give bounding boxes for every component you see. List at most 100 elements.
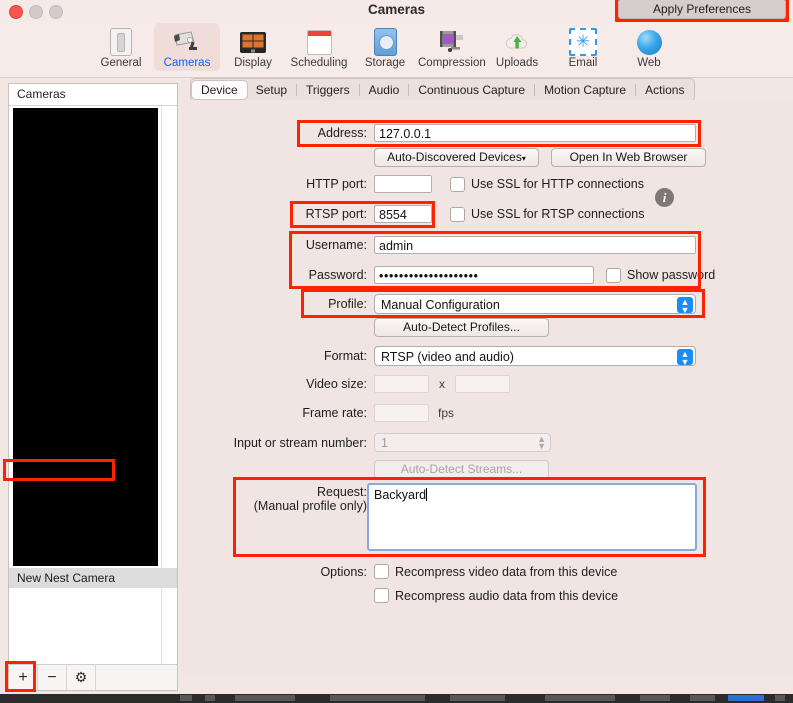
background-window-strip xyxy=(0,694,793,703)
open-in-web-browser-button[interactable]: Open In Web Browser xyxy=(551,148,706,167)
toolbar-item-uploads[interactable]: Uploads xyxy=(484,23,550,71)
request-label-group: Request: (Manual profile only) xyxy=(182,485,375,513)
tab-device[interactable]: Device xyxy=(192,81,247,99)
toolbar-label-compression: Compression xyxy=(418,57,484,69)
rtsp-ssl-checkbox-row[interactable]: Use SSL for RTSP connections xyxy=(450,206,644,221)
camera-icon xyxy=(154,26,220,56)
apply-preferences-button[interactable]: Apply Preferences xyxy=(618,0,786,19)
tab-continuous-capture[interactable]: Continuous Capture xyxy=(409,81,534,99)
input-stream-label: Input or stream number: xyxy=(182,436,374,450)
request-sublabel: (Manual profile only) xyxy=(182,499,374,513)
toolbar-label-scheduling: Scheduling xyxy=(286,57,352,69)
fps-label: fps xyxy=(438,406,454,420)
recompress-audio-label: Recompress audio data from this device xyxy=(389,589,618,603)
frame-rate-label: Frame rate: xyxy=(182,406,374,420)
device-tab-bar: Device Setup Triggers Audio Continuous C… xyxy=(190,78,695,102)
rtsp-port-label: RTSP port: xyxy=(182,207,374,221)
auto-discovered-devices-button[interactable]: Auto-Discovered Devices▾ xyxy=(374,148,539,167)
video-size-x-label: x xyxy=(429,377,455,391)
toolbar-label-uploads: Uploads xyxy=(484,57,550,69)
show-password-label: Show password xyxy=(621,268,715,282)
rtsp-ssl-label: Use SSL for RTSP connections xyxy=(465,207,644,221)
globe-icon xyxy=(616,26,682,56)
toolbar-item-display[interactable]: Display xyxy=(220,23,286,71)
http-port-label: HTTP port: xyxy=(182,177,374,191)
profile-select[interactable]: Manual Configuration ▲▼ xyxy=(374,294,696,314)
request-label: Request: xyxy=(182,485,374,499)
auto-detect-profiles-button[interactable]: Auto-Detect Profiles... xyxy=(374,318,549,337)
http-ssl-checkbox-row[interactable]: Use SSL for HTTP connections xyxy=(450,176,644,191)
input-stream-stepper[interactable]: 1 ▲▼ xyxy=(374,433,551,452)
rtsp-port-input[interactable]: 8554 xyxy=(374,205,432,223)
camera-list-panel: Cameras New Nest Camera xyxy=(8,83,178,666)
toolbar-label-general: General xyxy=(88,57,154,69)
username-input[interactable]: admin xyxy=(374,236,696,254)
toolbar-item-general[interactable]: General xyxy=(88,23,154,71)
address-input[interactable]: 127.0.0.1 xyxy=(374,124,696,142)
show-password-checkbox[interactable] xyxy=(606,268,621,283)
filmreel-icon xyxy=(418,26,484,56)
toolbar-item-email[interactable]: Email xyxy=(550,23,616,71)
chevron-updown-icon: ▲▼ xyxy=(677,297,693,313)
cloud-upload-icon xyxy=(484,26,550,56)
toolbar-label-web: Web xyxy=(616,57,682,69)
text-caret xyxy=(426,488,427,501)
tab-setup[interactable]: Setup xyxy=(247,81,296,99)
harddrive-icon xyxy=(352,26,418,56)
preferences-window: Cameras Apply Preferences General xyxy=(0,0,793,703)
password-label: Password: xyxy=(182,268,374,282)
password-input[interactable]: •••••••••••••••••••• xyxy=(374,266,594,284)
toolbar-item-web[interactable]: Web xyxy=(616,23,682,71)
show-password-checkbox-row[interactable]: Show password xyxy=(606,267,715,282)
info-icon[interactable]: i xyxy=(655,188,674,207)
toolbar-item-compression[interactable]: Compression xyxy=(418,23,484,71)
recompress-video-checkbox[interactable] xyxy=(374,564,389,579)
video-size-label: Video size: xyxy=(182,377,374,391)
toolbar-item-storage[interactable]: Storage xyxy=(352,23,418,71)
add-camera-button[interactable]: + xyxy=(9,665,38,690)
rtsp-ssl-checkbox[interactable] xyxy=(450,207,465,222)
recompress-audio-checkbox[interactable] xyxy=(374,588,389,603)
camera-settings-gear-button[interactable]: ⚙ xyxy=(67,665,96,690)
recompress-audio-checkbox-row[interactable]: Recompress audio data from this device xyxy=(374,588,618,603)
tab-actions[interactable]: Actions xyxy=(636,81,693,99)
apply-preferences-highlight: Apply Preferences xyxy=(615,0,789,22)
camera-list-row[interactable]: New Nest Camera xyxy=(9,568,177,588)
toolbar-label-display: Display xyxy=(220,57,286,69)
profile-selected-value: Manual Configuration xyxy=(381,298,500,312)
http-ssl-checkbox[interactable] xyxy=(450,177,465,192)
tab-triggers[interactable]: Triggers xyxy=(297,81,359,99)
video-height-input[interactable] xyxy=(455,375,510,393)
chevron-updown-icon: ▲▼ xyxy=(537,436,546,450)
remove-camera-button[interactable]: − xyxy=(38,665,67,690)
preferences-toolbar: General Cameras xyxy=(0,22,793,78)
camera-preview-thumbnail xyxy=(13,108,158,566)
format-select[interactable]: RTSP (video and audio) ▲▼ xyxy=(374,346,696,366)
camera-footer-spacer xyxy=(96,665,177,690)
calendar-icon xyxy=(286,26,352,56)
toolbar-label-email: Email xyxy=(550,57,616,69)
camera-list-body[interactable]: New Nest Camera xyxy=(9,106,177,665)
frame-rate-input[interactable] xyxy=(374,404,429,422)
tab-motion-capture[interactable]: Motion Capture xyxy=(535,81,635,99)
address-label: Address: xyxy=(182,126,374,140)
tab-audio[interactable]: Audio xyxy=(360,81,409,99)
input-stream-value: 1 xyxy=(381,436,388,450)
auto-detect-streams-button[interactable]: Auto-Detect Streams... xyxy=(374,460,549,479)
toolbar-label-cameras: Cameras xyxy=(154,57,220,69)
recompress-video-checkbox-row[interactable]: Recompress video data from this device xyxy=(374,564,617,579)
http-port-input[interactable] xyxy=(374,175,432,193)
chevron-down-icon: ▾ xyxy=(522,154,526,163)
toolbar-item-cameras[interactable]: Cameras xyxy=(154,23,220,71)
http-ssl-label: Use SSL for HTTP connections xyxy=(465,177,644,191)
camera-list-footer-toolbar: + − ⚙ xyxy=(8,664,178,691)
request-textarea[interactable]: Backyard xyxy=(367,483,697,551)
toolbar-label-storage: Storage xyxy=(352,57,418,69)
auto-discovered-devices-label: Auto-Discovered Devices xyxy=(387,150,522,164)
toolbar-item-scheduling[interactable]: Scheduling xyxy=(286,23,352,71)
video-width-input[interactable] xyxy=(374,375,429,393)
profile-label: Profile: xyxy=(182,297,374,311)
request-value: Backyard xyxy=(374,488,426,502)
stamp-icon xyxy=(550,26,616,56)
format-label: Format: xyxy=(182,349,374,363)
